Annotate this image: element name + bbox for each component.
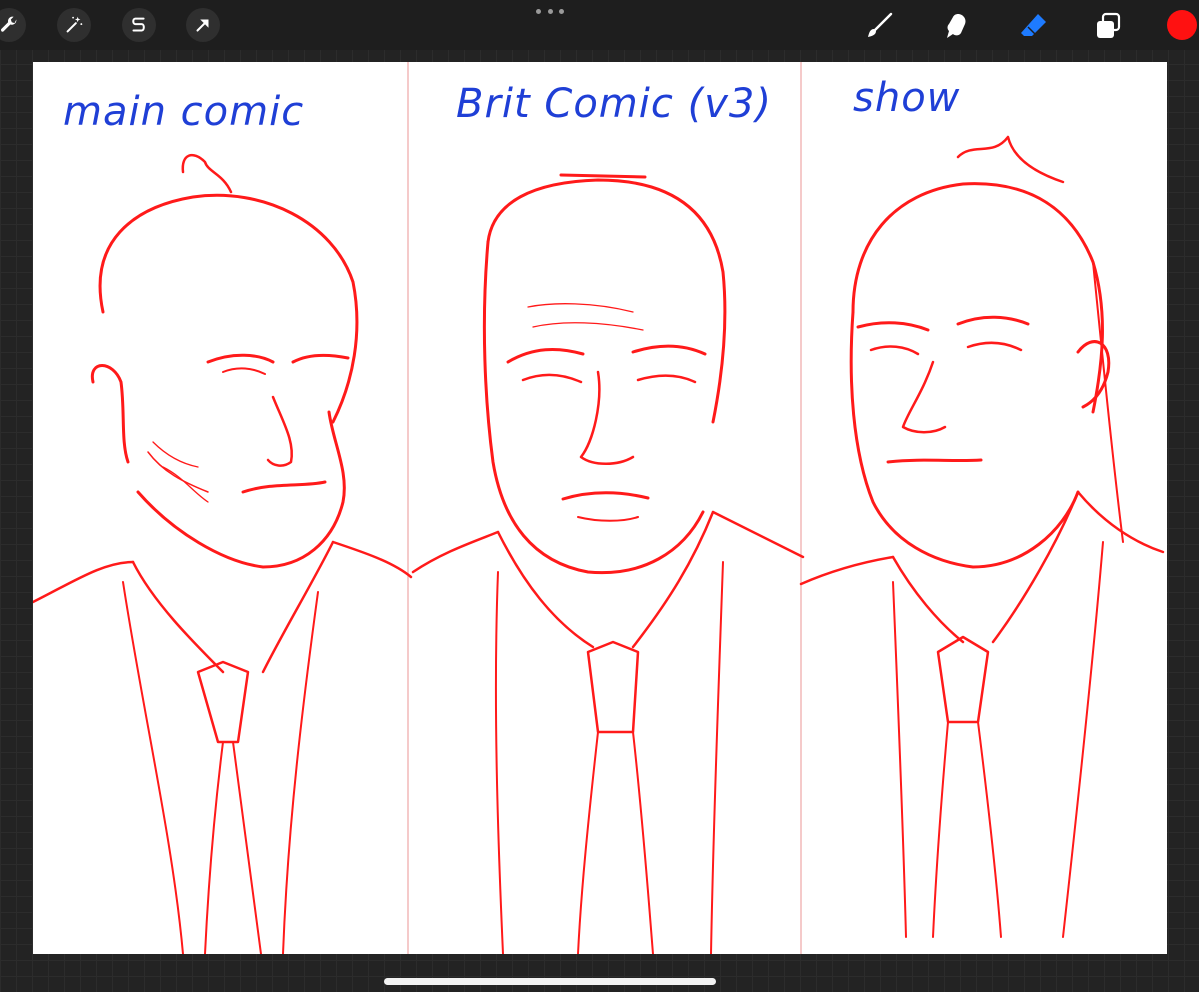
home-indicator[interactable] [384,978,716,985]
drawing-canvas[interactable]: main comic Brit Comic (v3) show [33,62,1167,954]
sketch-figure-main-comic [33,153,413,954]
eraser-button[interactable] [1015,8,1051,44]
brush-button[interactable] [861,8,897,44]
sketch-artwork [33,62,1165,954]
sketch-figure-brit-comic [411,173,805,954]
brush-icon [868,12,893,37]
selection-s-icon [132,17,145,32]
wrench-icon [0,16,17,32]
top-toolbar [0,0,1199,50]
panel-label-brit-comic: Brit Comic (v3) [456,81,772,127]
arrow-cursor-icon [196,19,209,32]
panel-label-show: show [853,75,961,121]
transform-button[interactable] [186,8,220,42]
panel-label-main-comic: main comic [63,89,305,135]
current-color-swatch[interactable] [1167,10,1197,40]
magic-wand-icon [66,16,83,33]
adjustments-button[interactable] [57,8,91,42]
eraser-icon [1021,14,1046,36]
actions-button[interactable] [0,8,26,42]
smudge-button[interactable] [938,8,974,44]
selection-button[interactable] [122,8,156,42]
smudge-icon [947,14,966,38]
layers-icon [1097,12,1121,38]
ellipsis-icon[interactable] [536,4,564,18]
layers-button[interactable] [1090,8,1126,44]
sketch-figure-show [799,135,1165,938]
